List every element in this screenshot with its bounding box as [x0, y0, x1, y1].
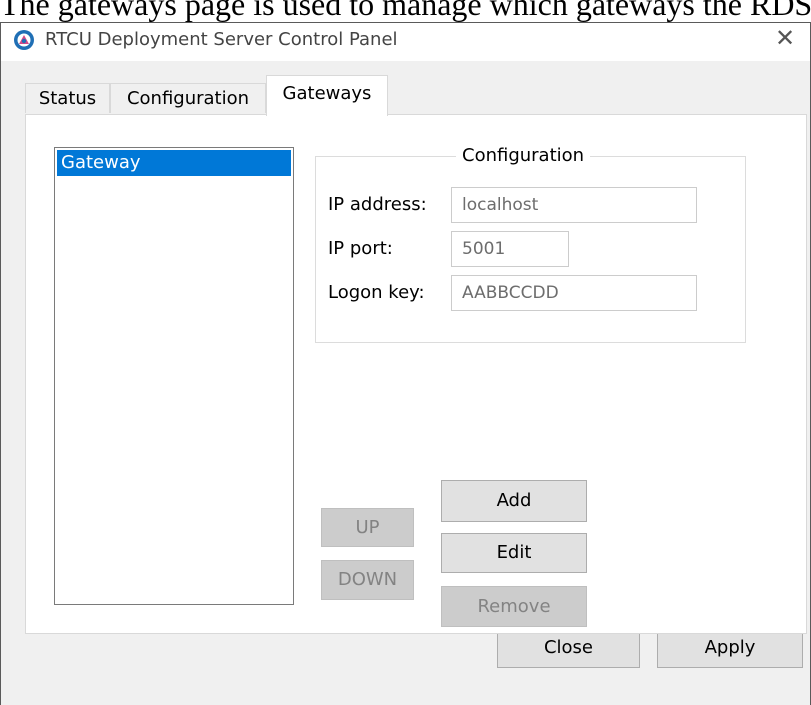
- edit-button[interactable]: Edit: [441, 533, 587, 573]
- configuration-groupbox: Configuration IP address: localhost IP p…: [315, 145, 746, 343]
- configuration-legend: Configuration: [456, 145, 591, 167]
- close-icon[interactable]: ✕: [774, 26, 796, 50]
- remove-button[interactable]: Remove: [441, 586, 587, 627]
- ip-port-label: IP port:: [328, 238, 393, 259]
- tab-configuration[interactable]: Configuration: [110, 83, 266, 113]
- dialog-window: RTCU Deployment Server Control Panel ✕ S…: [0, 22, 811, 705]
- gateways-panel: Gateway Configuration IP address: localh…: [25, 114, 807, 634]
- add-button[interactable]: Add: [441, 480, 587, 522]
- logon-key-field[interactable]: AABBCCDD: [451, 275, 697, 311]
- window-title: RTCU Deployment Server Control Panel: [45, 29, 398, 50]
- logon-key-label: Logon key:: [328, 282, 425, 303]
- list-item[interactable]: Gateway: [57, 150, 291, 176]
- ip-address-label: IP address:: [328, 194, 427, 215]
- title-bar: RTCU Deployment Server Control Panel ✕: [1, 23, 810, 61]
- ip-address-field[interactable]: localhost: [451, 187, 697, 223]
- move-down-button[interactable]: DOWN: [321, 560, 414, 600]
- gateway-listbox[interactable]: Gateway: [54, 147, 294, 605]
- move-up-button[interactable]: UP: [321, 508, 414, 547]
- ip-port-field[interactable]: 5001: [451, 231, 569, 267]
- rtcu-app-icon: [14, 30, 34, 50]
- tab-status[interactable]: Status: [25, 83, 110, 113]
- tab-gateways[interactable]: Gateways: [266, 75, 388, 116]
- document-caption: The gateways page is used to manage whic…: [0, 0, 811, 22]
